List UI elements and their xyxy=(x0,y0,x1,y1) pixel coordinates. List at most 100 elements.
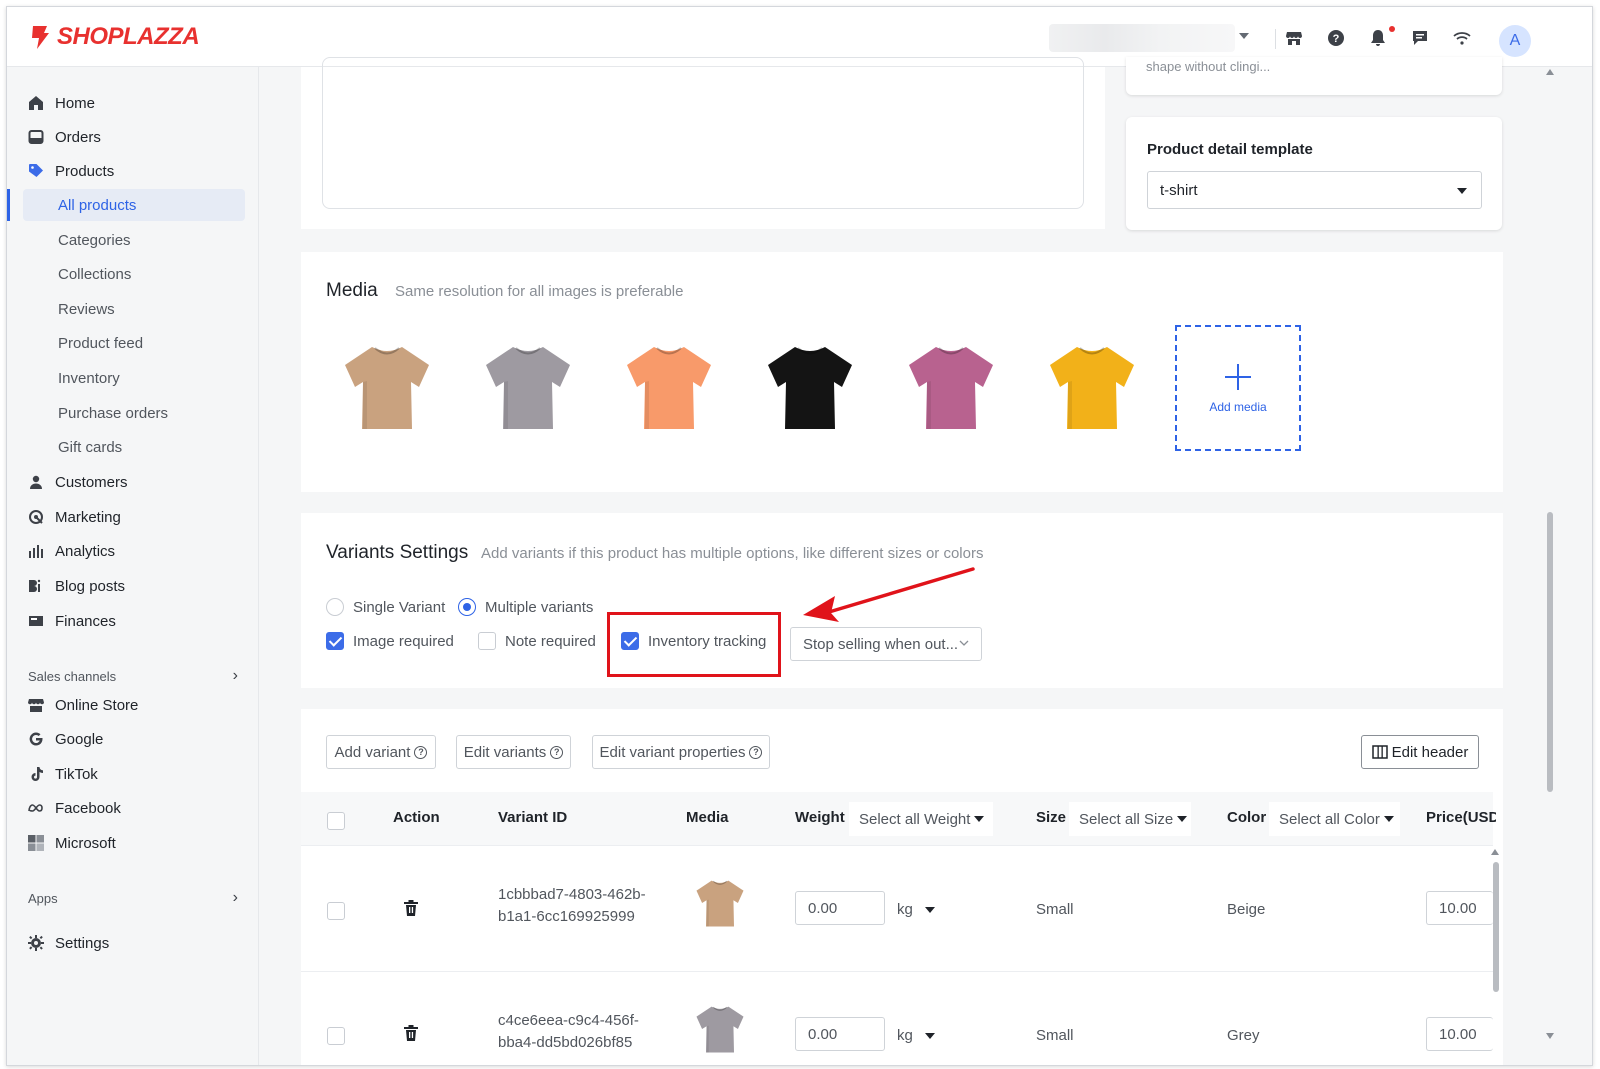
table-scrollbar[interactable] xyxy=(1493,862,1499,992)
weight-input[interactable]: 0.00 xyxy=(795,1017,885,1051)
orders-icon xyxy=(27,128,45,146)
sidebar-item-label: Customers xyxy=(55,473,128,491)
sidebar-item-online-store[interactable]: Online Store xyxy=(23,689,245,721)
stop-selling-select[interactable]: Stop selling when out... xyxy=(790,627,982,661)
help-icon: ? xyxy=(550,745,564,759)
plus-icon xyxy=(1225,364,1251,390)
edit-variant-properties-label: Edit variant properties xyxy=(599,743,746,761)
single-variant-radio[interactable] xyxy=(326,598,344,616)
sidebar-subitem-reviews[interactable]: Reviews xyxy=(23,293,245,325)
page-scrollbar[interactable] xyxy=(1547,512,1553,792)
col-media: Media xyxy=(686,809,729,826)
trash-icon[interactable] xyxy=(404,1025,418,1041)
size-value: Small xyxy=(1036,901,1074,918)
template-select[interactable]: t-shirt xyxy=(1147,171,1482,209)
media-thumbnail[interactable] xyxy=(901,337,1001,437)
sidebar-item-products[interactable]: Products xyxy=(23,155,245,187)
chevron-down-icon xyxy=(1177,816,1188,822)
sidebar-item-orders[interactable]: Orders xyxy=(23,121,245,153)
sidebar-subitem-gift-cards[interactable]: Gift cards xyxy=(23,431,245,463)
weight-unit[interactable]: kg xyxy=(897,901,913,918)
sidebar-item-analytics[interactable]: Analytics xyxy=(23,535,245,567)
select-all-checkbox[interactable] xyxy=(327,812,345,830)
chevron-down-icon[interactable] xyxy=(925,907,935,913)
tshirt-image xyxy=(696,880,744,927)
sidebar-item-facebook[interactable]: Facebook xyxy=(23,792,245,824)
chevron-right-icon: › xyxy=(232,667,238,684)
shoplazza-logo[interactable]: SHOPLAZZA xyxy=(29,23,200,51)
variant-media-thumbnail[interactable] xyxy=(692,875,748,935)
select-all-color-dropdown[interactable]: Select all Color xyxy=(1269,802,1400,836)
scroll-up-icon[interactable] xyxy=(1491,849,1499,855)
google-icon xyxy=(27,730,45,748)
scroll-up-icon[interactable] xyxy=(1546,69,1554,75)
sidebar-item-blog-posts[interactable]: Blog posts xyxy=(23,570,245,602)
sidebar-subitem-product-feed[interactable]: Product feed xyxy=(23,327,245,359)
edit-header-button[interactable]: Edit header xyxy=(1361,735,1479,769)
chevron-down-icon[interactable] xyxy=(925,1033,935,1039)
sidebar-subitem-all-products[interactable]: All products xyxy=(23,189,245,221)
image-required-checkbox[interactable] xyxy=(326,632,344,650)
chat-icon[interactable] xyxy=(1409,27,1431,49)
media-title: Media xyxy=(326,280,378,301)
description-editor[interactable] xyxy=(322,57,1084,209)
sidebar-item-finances[interactable]: Finances xyxy=(23,605,245,637)
sidebar-subitem-inventory[interactable]: Inventory xyxy=(23,362,245,394)
media-thumbnail[interactable] xyxy=(478,337,578,437)
col-variant-id: Variant ID xyxy=(498,809,568,826)
media-thumbnail[interactable] xyxy=(1042,337,1142,437)
variant-id-line2: b1a1-6cc169925999 xyxy=(498,908,635,925)
sidebar-item-label: Marketing xyxy=(55,508,121,526)
tshirt-image xyxy=(1050,347,1134,429)
store-selector[interactable] xyxy=(1049,24,1235,52)
seo-preview-card: shape without clingi... xyxy=(1126,57,1502,95)
weight-unit[interactable]: kg xyxy=(897,1027,913,1044)
apps-header[interactable]: Apps › xyxy=(28,889,238,907)
media-thumbnail[interactable] xyxy=(619,337,719,437)
select-all-weight-dropdown[interactable]: Select all Weight xyxy=(849,802,993,836)
sidebar-item-home[interactable]: Home xyxy=(23,87,245,119)
sales-channels-header[interactable]: Sales channels › xyxy=(28,667,238,685)
price-input[interactable]: 10.00 xyxy=(1426,891,1493,925)
gear-icon xyxy=(27,934,45,952)
bell-icon[interactable] xyxy=(1367,27,1389,49)
scroll-down-icon[interactable] xyxy=(1546,1033,1554,1039)
variant-media-thumbnail[interactable] xyxy=(692,1001,748,1061)
sidebar-item-label: TikTok xyxy=(55,765,98,783)
weight-input[interactable]: 0.00 xyxy=(795,891,885,925)
sidebar-item-microsoft[interactable]: Microsoft xyxy=(23,827,245,859)
stop-selling-value: Stop selling when out... xyxy=(803,635,959,653)
sidebar-item-customers[interactable]: Customers xyxy=(23,466,245,498)
sidebar-subitem-purchase-orders[interactable]: Purchase orders xyxy=(23,397,245,429)
avatar[interactable]: A xyxy=(1499,25,1531,57)
wifi-icon[interactable] xyxy=(1451,27,1473,49)
store-icon[interactable] xyxy=(1283,27,1305,49)
add-media-button[interactable]: Add media xyxy=(1175,325,1301,451)
row-checkbox[interactable] xyxy=(327,902,345,920)
media-thumbnail[interactable] xyxy=(337,337,437,437)
chevron-down-icon[interactable] xyxy=(1239,33,1249,39)
add-variant-button[interactable]: Add variant ? xyxy=(326,735,436,769)
trash-icon[interactable] xyxy=(404,900,418,916)
multiple-variants-radio[interactable] xyxy=(458,598,476,616)
edit-variants-label: Edit variants xyxy=(463,743,547,761)
chevron-right-icon: › xyxy=(232,889,238,906)
sidebar-item-tiktok[interactable]: TikTok xyxy=(23,758,245,790)
col-action: Action xyxy=(393,809,440,826)
edit-variants-button[interactable]: Edit variants ? xyxy=(456,735,571,769)
note-required-checkbox[interactable] xyxy=(478,632,496,650)
help-icon[interactable]: ? xyxy=(1325,27,1347,49)
sidebar-item-google[interactable]: Google xyxy=(23,723,245,755)
media-thumbnail[interactable] xyxy=(760,337,860,437)
price-input[interactable]: 10.00 xyxy=(1426,1017,1493,1051)
svg-text:?: ? xyxy=(1333,33,1340,45)
annotation-arrow-icon xyxy=(803,567,975,622)
sidebar-item-marketing[interactable]: Marketing xyxy=(23,501,245,533)
sidebar-item-settings[interactable]: Settings xyxy=(23,927,245,959)
row-checkbox[interactable] xyxy=(327,1027,345,1045)
sidebar-subitem-collections[interactable]: Collections xyxy=(23,258,245,290)
sidebar-subitem-categories[interactable]: Categories xyxy=(23,224,245,256)
select-all-size-dropdown[interactable]: Select all Size xyxy=(1069,802,1191,836)
variant-id-line1: c4ce6eea-c9c4-456f- xyxy=(498,1012,639,1029)
edit-variant-properties-button[interactable]: Edit variant properties ? xyxy=(592,735,770,769)
